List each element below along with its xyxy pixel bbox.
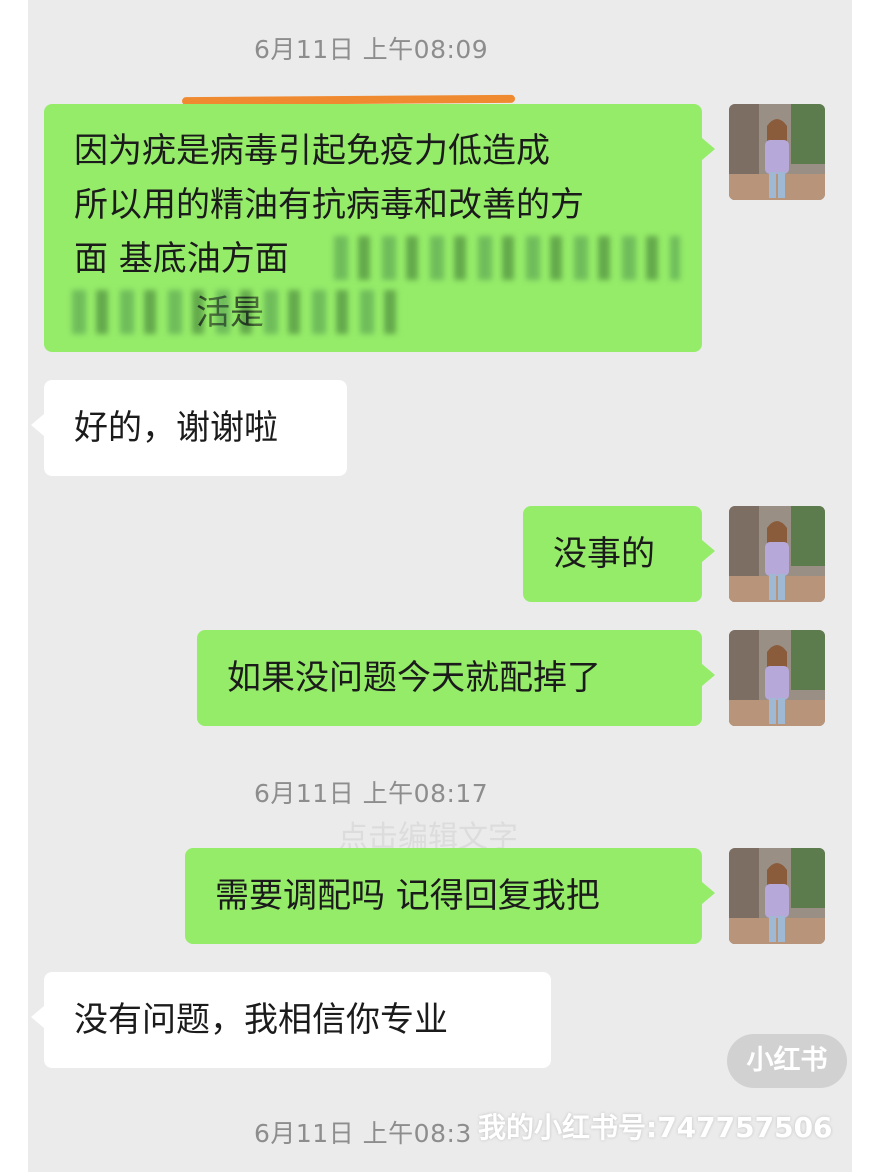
message-bubble-outgoing[interactable]: 没事的 (523, 506, 715, 602)
message-bubble-outgoing[interactable]: 因为疣是病毒引起免疫力低造成 所以用的精油有抗病毒和改善的方 面 基底油方面 活… (44, 104, 715, 352)
avatar-photo-icon (729, 104, 825, 200)
avatar[interactable] (729, 104, 825, 200)
message-text: 好的，谢谢啦 (74, 408, 278, 448)
message-bubble-incoming[interactable]: 没有问题，我相信你专业 (31, 972, 551, 1068)
avatar-photo-icon (729, 630, 825, 726)
pixelated-redaction (334, 236, 680, 280)
avatar-photo-icon (729, 506, 825, 602)
avatar[interactable] (729, 506, 825, 602)
pixelated-redaction (72, 290, 402, 334)
message-bubble-outgoing[interactable]: 如果没问题今天就配掉了 (197, 630, 715, 726)
message-text: 如果没问题今天就配掉了 (227, 658, 601, 698)
message-text-line: 所以用的精油有抗病毒和改善的方 (74, 185, 584, 225)
timestamp: 6月11日 上午08:09 (254, 35, 489, 64)
message-bubble-incoming[interactable]: 好的，谢谢啦 (31, 380, 347, 476)
message-bubble-outgoing[interactable]: 需要调配吗 记得回复我把 (185, 848, 715, 944)
xiaohongshu-account-watermark: 我的小红书号:747757506 (478, 1111, 833, 1144)
avatar[interactable] (729, 848, 825, 944)
timestamp: 6月11日 上午08:3 (254, 1119, 472, 1148)
message-text-line: 因为疣是病毒引起免疫力低造成 (74, 131, 550, 171)
timestamp: 6月11日 上午08:17 (254, 779, 489, 808)
message-text: 需要调配吗 记得回复我把 (215, 876, 600, 916)
xiaohongshu-logo: 小红书 (727, 1034, 847, 1088)
message-text: 没事的 (553, 534, 655, 574)
avatar-photo-icon (729, 848, 825, 944)
avatar[interactable] (729, 630, 825, 726)
message-text: 没有问题，我相信你专业 (74, 1000, 448, 1040)
